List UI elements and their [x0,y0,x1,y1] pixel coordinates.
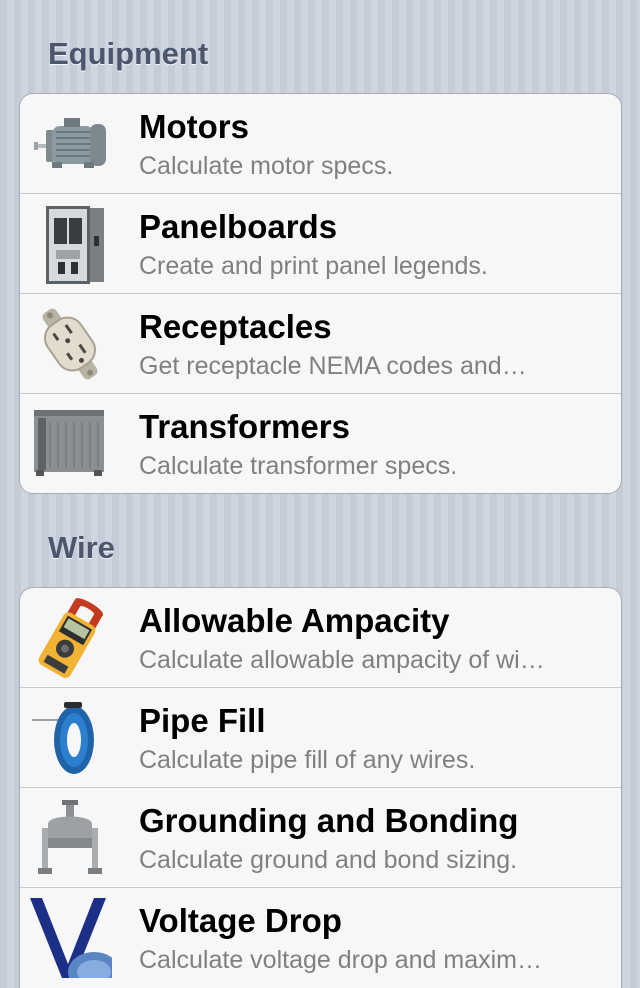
transformer-icon [34,410,104,476]
list-item-voltage-drop[interactable]: Voltage Drop Calculate voltage drop and … [20,888,621,987]
fish-tape-icon [32,702,94,774]
item-subtitle: Calculate voltage drop and maxim… [139,946,542,974]
item-subtitle: Get receptacle NEMA codes and… [139,352,527,380]
wire-list: Allowable Ampacity Calculate allowable a… [19,587,622,988]
item-title: Allowable Ampacity [139,602,450,639]
item-title: Pipe Fill [139,702,266,739]
section-header-wire: Wire [48,530,115,565]
list-item-grounding-and-bonding[interactable]: Grounding and Bonding Calculate ground a… [20,788,621,888]
item-subtitle: Calculate motor specs. [139,152,394,180]
item-subtitle: Calculate allowable ampacity of wi… [139,646,545,674]
item-subtitle: Calculate ground and bond sizing. [139,846,518,874]
item-subtitle: Create and print panel legends. [139,252,488,280]
section-header-equipment: Equipment [48,36,209,71]
item-title: Transformers [139,408,350,445]
list-item-panelboards[interactable]: Panelboards Create and print panel legen… [20,194,621,294]
receptacle-icon [42,308,98,380]
item-title: Receptacles [139,308,332,345]
clamp-meter-icon [38,598,103,678]
item-title: Motors [139,108,249,145]
item-subtitle: Calculate transformer specs. [139,452,458,480]
item-title: Panelboards [139,208,338,245]
panelboard-icon [46,206,104,284]
list-item-allowable-ampacity[interactable]: Allowable Ampacity Calculate allowable a… [20,588,621,688]
list-item-receptacles[interactable]: Receptacles Get receptacle NEMA codes an… [20,294,621,394]
ground-clamp-icon [38,800,102,874]
list-item-pipe-fill[interactable]: Pipe Fill Calculate pipe fill of any wir… [20,688,621,788]
voltage-drop-icon [30,898,112,978]
item-subtitle: Calculate pipe fill of any wires. [139,746,476,774]
item-title: Voltage Drop [139,902,342,939]
item-title: Grounding and Bonding [139,802,519,839]
motor-icon [34,118,106,168]
list-item-motors[interactable]: Motors Calculate motor specs. [20,94,621,194]
list-item-transformers[interactable]: Transformers Calculate transformer specs… [20,394,621,493]
equipment-list: Motors Calculate motor specs. Panelboard… [19,93,622,494]
